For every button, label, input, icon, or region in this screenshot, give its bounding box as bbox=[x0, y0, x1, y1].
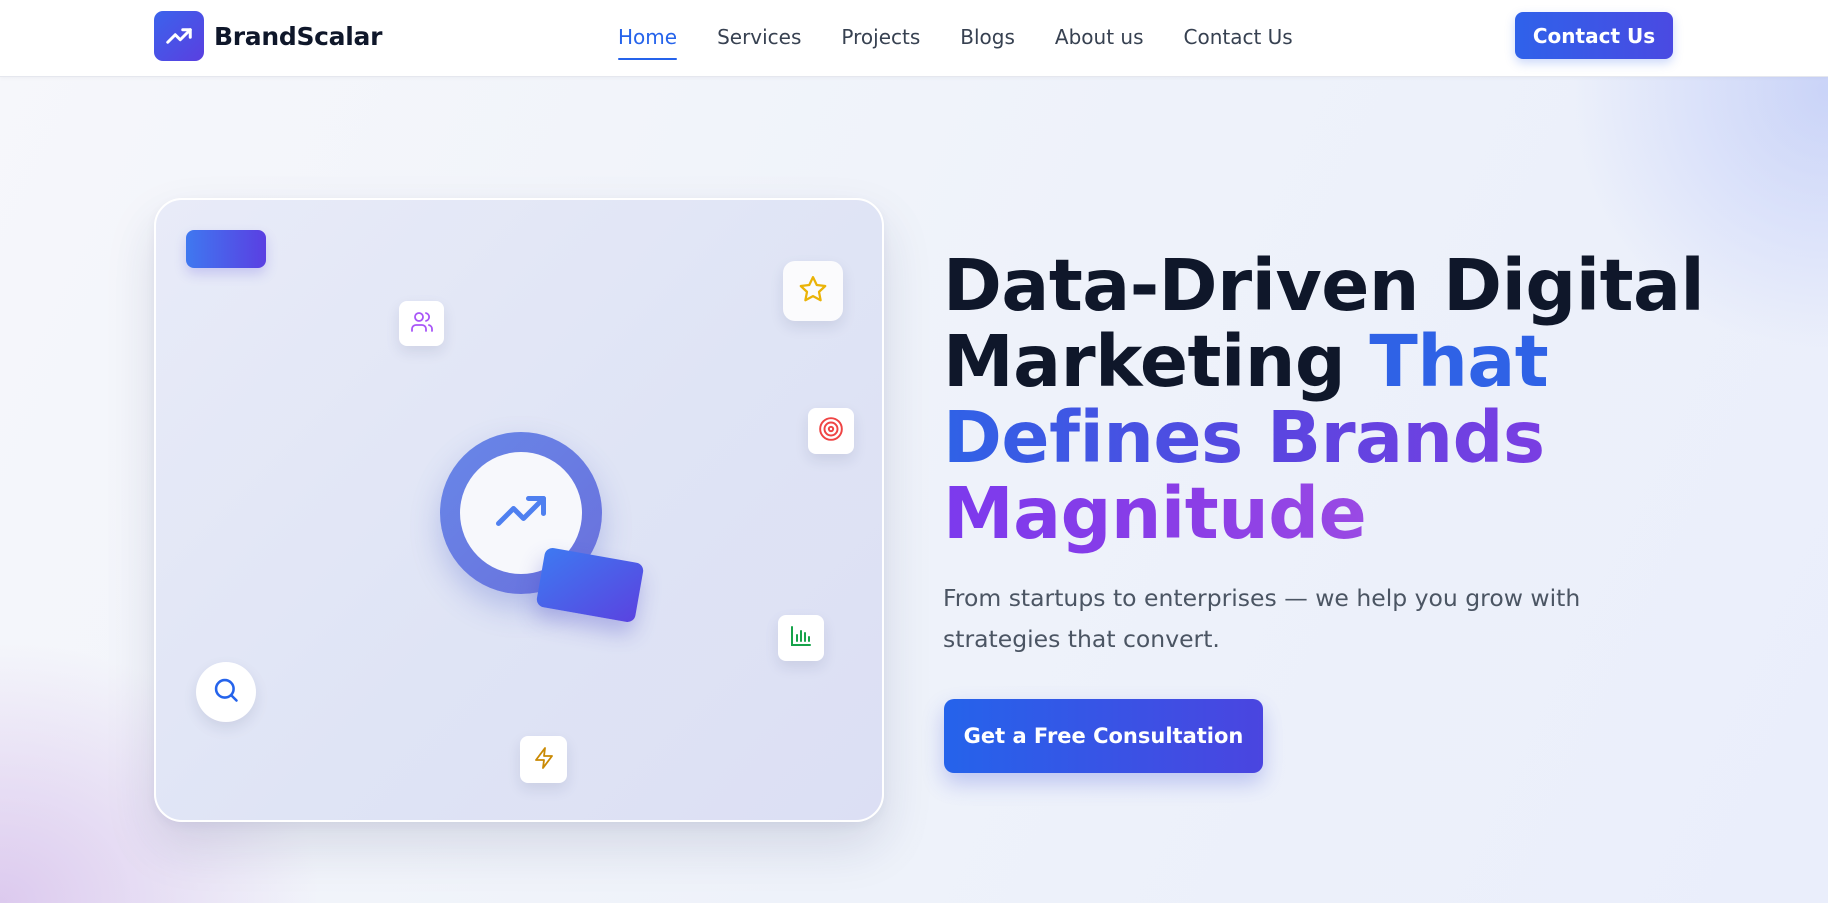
users-icon bbox=[410, 310, 434, 338]
headline-line-2-accent: That bbox=[1369, 320, 1549, 403]
lightning-icon bbox=[532, 746, 556, 774]
nav-item-about-us[interactable]: About us bbox=[1055, 22, 1144, 56]
brand-logo[interactable]: BrandScalar bbox=[154, 11, 382, 61]
top-navbar: BrandScalar Home Services Projects Blogs… bbox=[0, 0, 1828, 77]
headline-line-4: Magnitude bbox=[943, 476, 1663, 552]
brand-name: BrandScalar bbox=[214, 21, 383, 51]
nav-item-services[interactable]: Services bbox=[717, 22, 801, 56]
trending-up-icon bbox=[491, 481, 551, 545]
hero-illustration-card bbox=[154, 198, 884, 822]
target-chip bbox=[808, 408, 854, 454]
headline-line-1: Data-Driven Digital bbox=[943, 244, 1705, 327]
search-icon bbox=[212, 676, 240, 708]
nav-item-contact-us[interactable]: Contact Us bbox=[1184, 22, 1293, 56]
hero-subtitle: From startups to enterprises — we help y… bbox=[943, 584, 1581, 653]
star-icon bbox=[798, 274, 828, 308]
trending-up-icon bbox=[154, 11, 204, 61]
hero-headline: Data-Driven Digital Marketing That Defin… bbox=[943, 244, 1705, 552]
headline-line-2-dark: Marketing bbox=[943, 320, 1370, 403]
target-icon bbox=[818, 416, 844, 446]
star-chip bbox=[783, 261, 843, 321]
main-nav: Home Services Projects Blogs About us Co… bbox=[618, 22, 1293, 60]
headline-line-3: Defines Brands bbox=[943, 400, 1663, 476]
headline-line-3-text: Defines Brands bbox=[943, 396, 1545, 479]
headline-line-2: Marketing That bbox=[943, 324, 1663, 400]
headline-line-4-text: Magnitude bbox=[943, 472, 1367, 555]
search-chip bbox=[196, 662, 256, 722]
nav-item-blogs[interactable]: Blogs bbox=[960, 22, 1015, 56]
users-chip bbox=[399, 301, 444, 346]
nav-item-home[interactable]: Home bbox=[618, 22, 678, 60]
chart-chip bbox=[778, 615, 824, 661]
free-consultation-button[interactable]: Get a Free Consultation bbox=[944, 699, 1263, 773]
nav-item-projects[interactable]: Projects bbox=[841, 22, 920, 56]
decorative-pill bbox=[186, 230, 266, 268]
magnifier-handle bbox=[535, 546, 645, 624]
lightning-chip bbox=[520, 736, 567, 783]
bar-chart-icon bbox=[789, 624, 813, 652]
contact-us-button[interactable]: Contact Us bbox=[1515, 12, 1673, 59]
